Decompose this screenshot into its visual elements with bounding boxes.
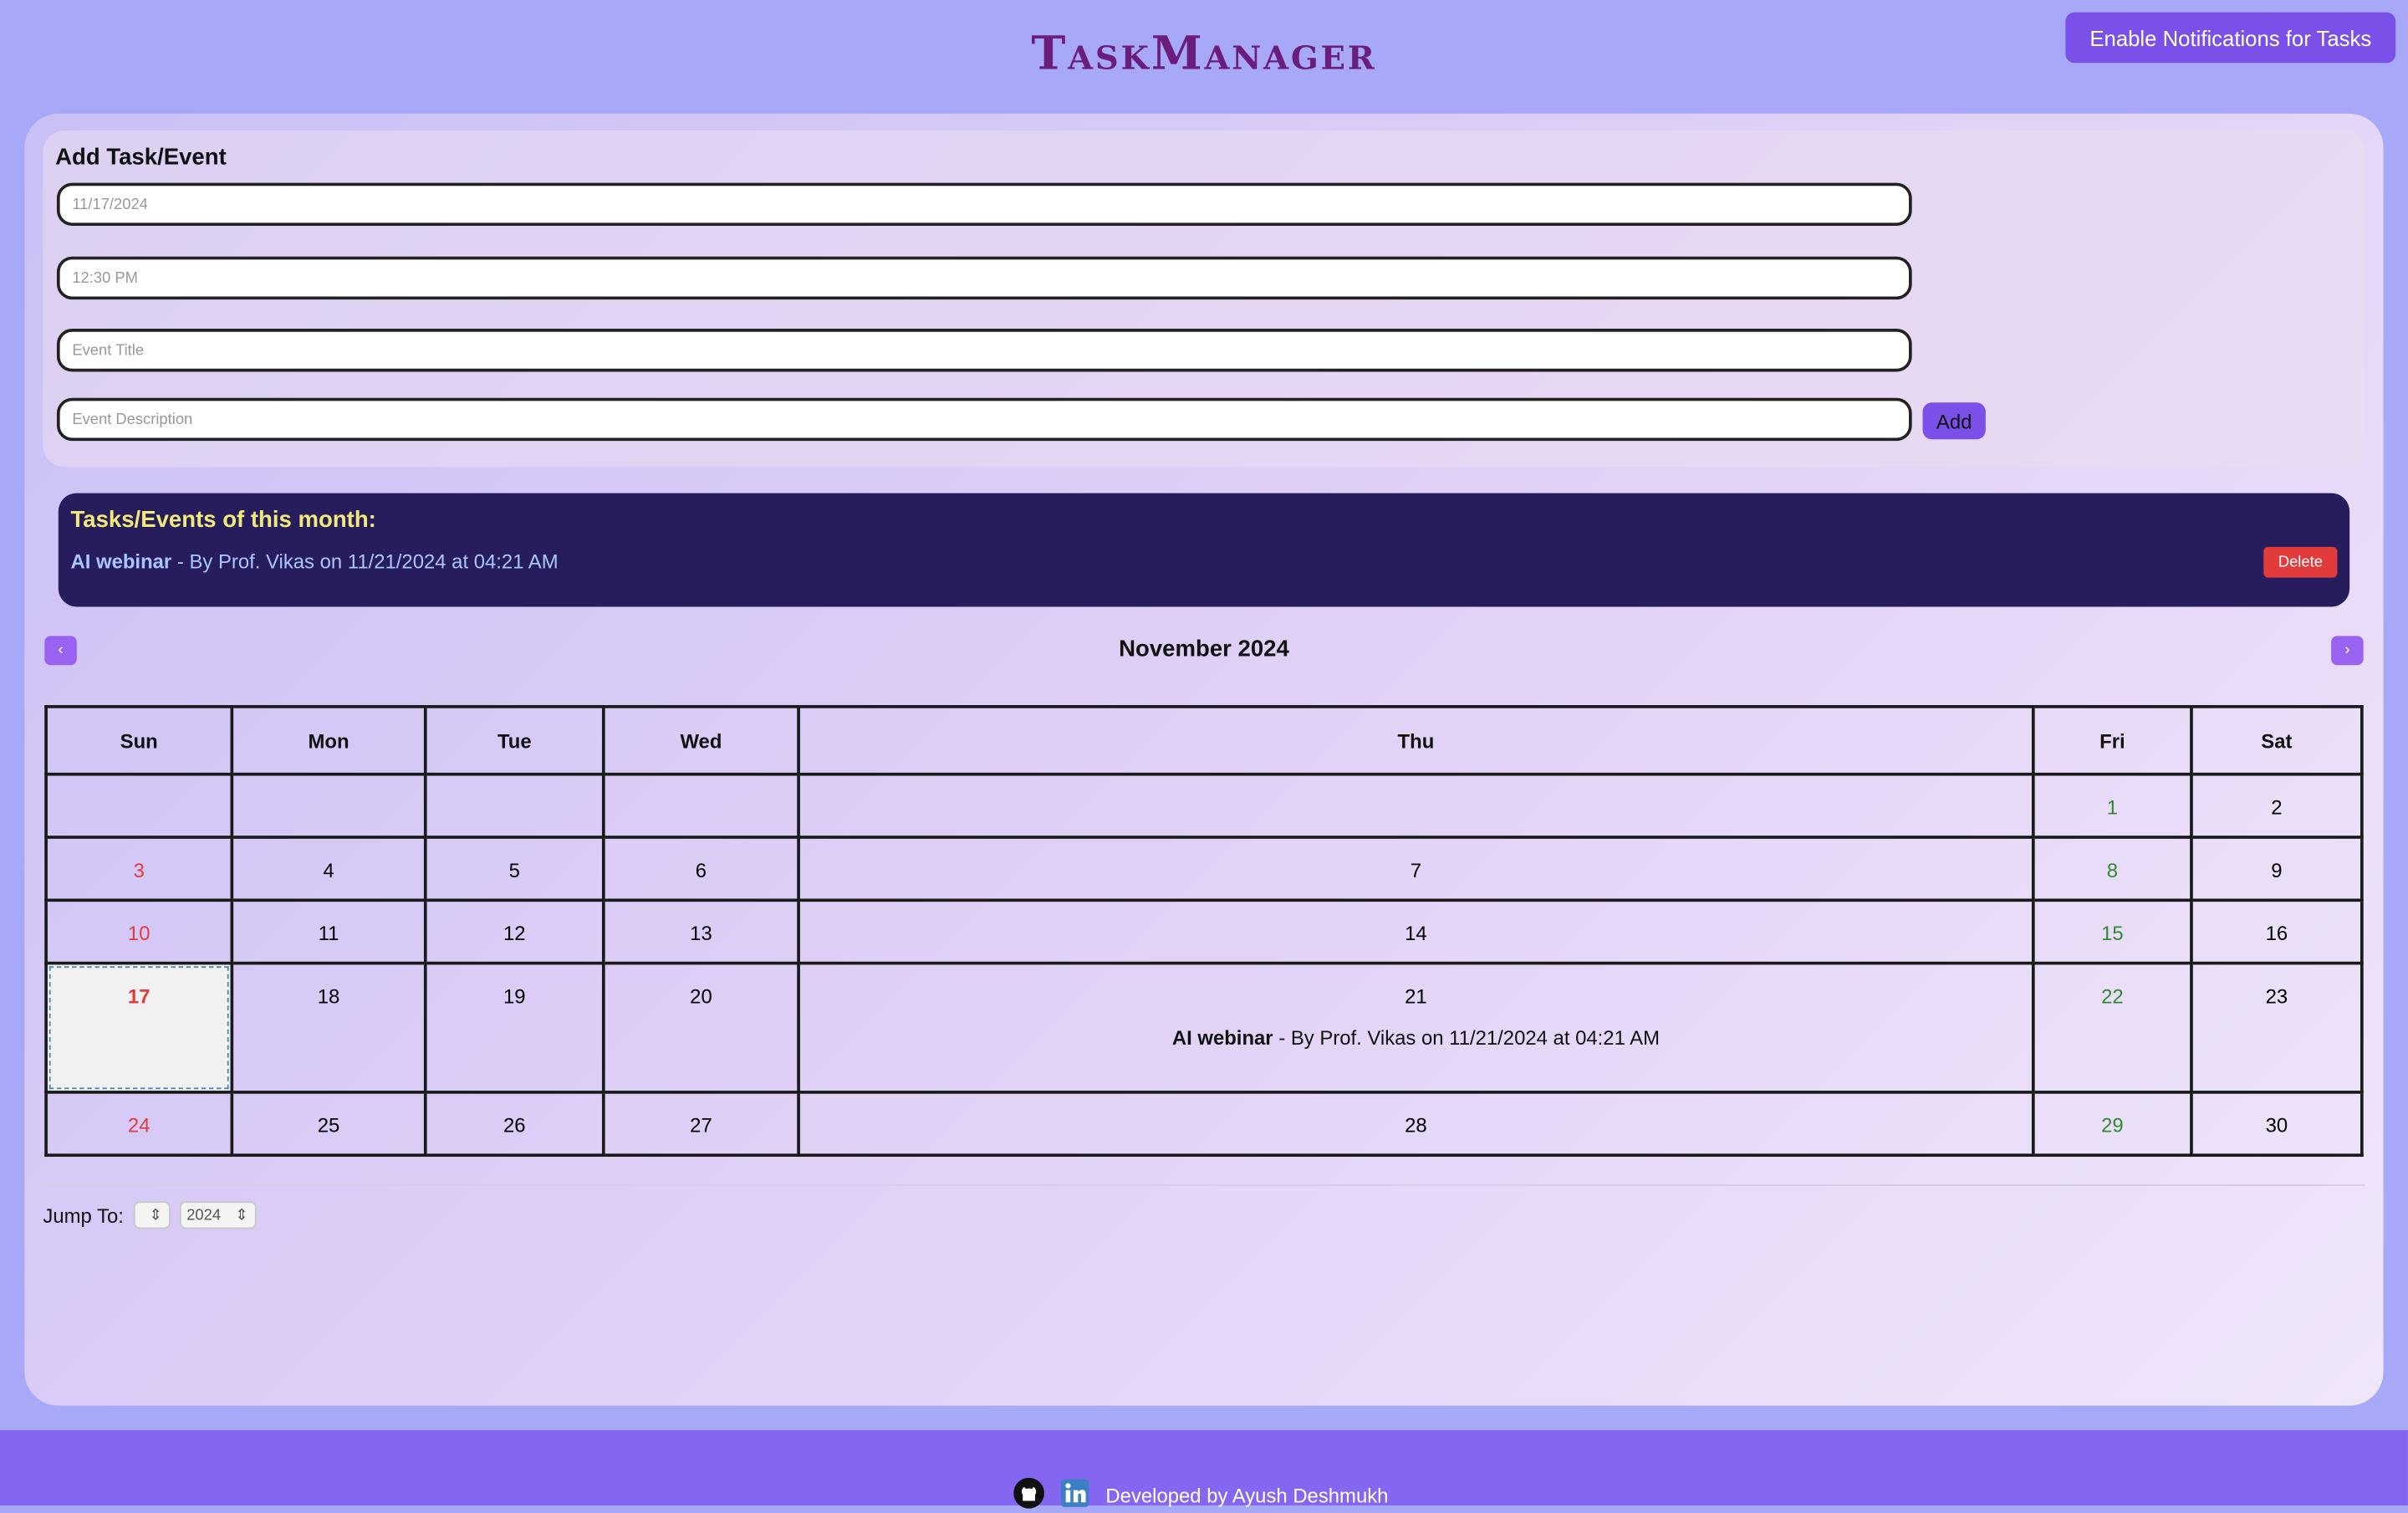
calendar-day[interactable]: 16: [2190, 898, 2364, 965]
calendar-day[interactable]: 30: [2190, 1091, 2364, 1158]
weekday-sun: Sun: [44, 705, 234, 776]
calendar-day[interactable]: 18: [230, 961, 427, 1094]
month-events-heading: Tasks/Events of this month:: [70, 507, 376, 534]
calendar-day-today[interactable]: 17: [44, 961, 234, 1094]
calendar-week: 1 2: [44, 772, 2364, 839]
calendar-day[interactable]: 28: [797, 1091, 2035, 1158]
calendar-day[interactable]: [797, 772, 2035, 839]
calendar-day[interactable]: 23: [2190, 961, 2364, 1094]
month-events-panel: Tasks/Events of this month: AI webinar -…: [58, 493, 2350, 607]
weekday-wed: Wed: [601, 705, 800, 776]
calendar-event-entry[interactable]: AI webinar - By Prof. Vikas on 11/21/202…: [802, 1026, 2030, 1050]
calendar-day[interactable]: 27: [601, 1091, 800, 1158]
calendar-week: 17 18 19 20 21 AI webinar - By Prof. Vik…: [44, 961, 2364, 1094]
today-date: 17: [127, 984, 150, 1008]
event-title-input[interactable]: [56, 329, 1912, 372]
calendar-day[interactable]: 10: [44, 898, 234, 965]
jump-year-value: 2024: [186, 1206, 222, 1224]
calendar-day[interactable]: [44, 772, 234, 839]
calendar-day[interactable]: 12: [423, 898, 605, 965]
calendar-day[interactable]: 3: [44, 836, 234, 902]
jump-to-controls: Jump To: ⇕ 2024 ⇕: [43, 1201, 256, 1229]
calendar-day[interactable]: 6: [601, 836, 800, 902]
calendar-event-title: AI webinar: [1171, 1025, 1273, 1050]
calendar-day[interactable]: 5: [423, 836, 605, 902]
calendar-day[interactable]: 22: [2031, 961, 2193, 1094]
date-value: 11/17/2024: [72, 196, 148, 213]
date-input[interactable]: 11/17/2024: [56, 182, 1912, 226]
main-card: Add Task/Event 11/17/2024 12:30 PM Add T…: [24, 113, 2384, 1406]
event-detail: - By Prof. Vikas on 11/21/2024 at 04:21 …: [171, 549, 559, 574]
divider: [43, 1184, 2365, 1186]
calendar-day[interactable]: 7: [797, 836, 2035, 902]
calendar-day[interactable]: 9: [2190, 836, 2364, 902]
weekday-thu: Thu: [797, 705, 2035, 776]
weekday-tue: Tue: [423, 705, 605, 776]
time-input[interactable]: 12:30 PM: [56, 256, 1912, 300]
weekday-sat: Sat: [2190, 705, 2364, 776]
add-task-heading: Add Task/Event: [55, 144, 227, 171]
calendar-day[interactable]: 20: [601, 961, 800, 1094]
footer: Developed by Ayush Deshmukh: [0, 1429, 2408, 1509]
app-root: TaskManager Enable Notifications for Tas…: [0, 0, 2408, 1509]
weekday-fri: Fri: [2031, 705, 2193, 776]
month-title: November 2024: [1119, 636, 1289, 662]
calendar-event-detail: - By Prof. Vikas on 11/21/2024 at 04:21 …: [1273, 1025, 1660, 1050]
calendar-week: 10 11 12 13 14 15 16: [44, 898, 2364, 965]
calendar-day[interactable]: 19: [423, 961, 605, 1094]
linkedin-icon[interactable]: [1059, 1478, 1090, 1513]
calendar-day[interactable]: 2: [2190, 772, 2364, 839]
calendar-day[interactable]: 15: [2031, 898, 2193, 965]
app-title: TaskManager: [1031, 28, 1377, 82]
calendar-day[interactable]: 29: [2031, 1091, 2193, 1158]
event-title: AI webinar: [70, 549, 172, 574]
weekday-header-row: Sun Mon Tue Wed Thu Fri Sat: [44, 705, 2364, 776]
jump-month-select[interactable]: ⇕: [132, 1201, 170, 1229]
calendar-day[interactable]: [423, 772, 605, 839]
calendar-day[interactable]: 11: [230, 898, 427, 965]
jump-year-select[interactable]: 2024 ⇕: [179, 1201, 256, 1229]
jump-to-label: Jump To:: [43, 1204, 124, 1227]
delete-event-button[interactable]: Delete: [2263, 546, 2338, 578]
calendar-day[interactable]: 13: [601, 898, 800, 965]
enable-notifications-button[interactable]: Enable Notifications for Tasks: [2065, 12, 2396, 64]
add-event-button[interactable]: Add: [1922, 402, 1986, 440]
calendar-day[interactable]: 24: [44, 1091, 234, 1158]
day-number: 21: [1405, 984, 1427, 1008]
calendar-grid: Sun Mon Tue Wed Thu Fri Sat 1 2 3 4 5 6 …: [44, 705, 2364, 1158]
calendar-day[interactable]: 4: [230, 836, 427, 902]
calendar-day[interactable]: 8: [2031, 836, 2193, 902]
event-list-item: AI webinar - By Prof. Vikas on 11/21/202…: [70, 550, 558, 574]
footer-content: Developed by Ayush Deshmukh: [1013, 1477, 1389, 1513]
calendar-week: 3 4 5 6 7 8 9: [44, 836, 2364, 902]
weekday-mon: Mon: [230, 705, 427, 776]
select-arrows-icon: ⇕: [149, 1206, 162, 1224]
calendar-week: 24 25 26 27 28 29 30: [44, 1091, 2364, 1158]
github-icon[interactable]: [1013, 1477, 1044, 1513]
next-month-button[interactable]: ›: [2331, 636, 2364, 666]
calendar-day[interactable]: [230, 772, 427, 839]
select-arrows-icon: ⇕: [235, 1206, 248, 1224]
calendar-day[interactable]: 14: [797, 898, 2035, 965]
footer-credit: Developed by Ayush Deshmukh: [1105, 1484, 1389, 1507]
calendar-day-with-event[interactable]: 21 AI webinar - By Prof. Vikas on 11/21/…: [797, 961, 2035, 1094]
event-description-input[interactable]: [56, 397, 1912, 442]
calendar-day[interactable]: 1: [2031, 772, 2193, 839]
add-task-panel: Add Task/Event 11/17/2024 12:30 PM Add: [43, 130, 2365, 468]
time-value: 12:30 PM: [72, 269, 138, 287]
calendar-day[interactable]: [601, 772, 800, 839]
calendar-day[interactable]: 26: [423, 1091, 605, 1158]
calendar-day[interactable]: 25: [230, 1091, 427, 1158]
